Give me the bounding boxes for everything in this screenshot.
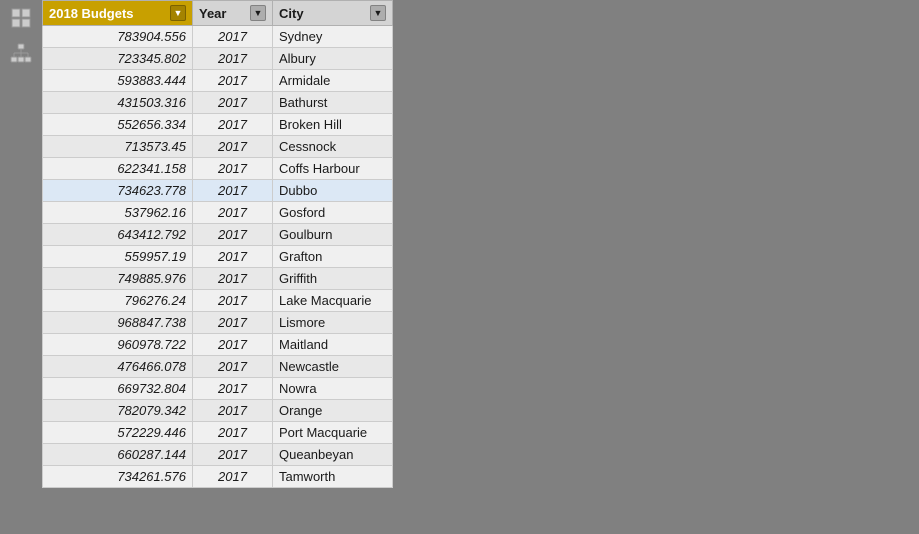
table-body: 783904.5562017Sydney723345.8022017Albury… xyxy=(43,26,393,488)
hierarchy-icon-button[interactable] xyxy=(7,40,35,68)
cell-budgets: 660287.144 xyxy=(43,444,193,466)
cell-year: 2017 xyxy=(193,158,273,180)
cell-city: Newcastle xyxy=(273,356,393,378)
cell-budgets: 572229.446 xyxy=(43,422,193,444)
cell-city: Nowra xyxy=(273,378,393,400)
cell-year: 2017 xyxy=(193,224,273,246)
cell-city: Griffith xyxy=(273,268,393,290)
cell-year: 2017 xyxy=(193,378,273,400)
table-row[interactable]: 559957.192017Grafton xyxy=(43,246,393,268)
cell-city: Broken Hill xyxy=(273,114,393,136)
cell-budgets: 749885.976 xyxy=(43,268,193,290)
table-row[interactable]: 643412.7922017Goulburn xyxy=(43,224,393,246)
table-row[interactable]: 734261.5762017Tamworth xyxy=(43,466,393,488)
table-header-row: 2018 Budgets ▼ Year ▼ City ▼ xyxy=(43,1,393,26)
cell-city: Lake Macquarie xyxy=(273,290,393,312)
cell-budgets: 537962.16 xyxy=(43,202,193,224)
cell-year: 2017 xyxy=(193,334,273,356)
table-row[interactable]: 431503.3162017Bathurst xyxy=(43,92,393,114)
cell-budgets: 734623.778 xyxy=(43,180,193,202)
cell-year: 2017 xyxy=(193,312,273,334)
cell-year: 2017 xyxy=(193,422,273,444)
cell-budgets: 643412.792 xyxy=(43,224,193,246)
cell-budgets: 431503.316 xyxy=(43,92,193,114)
cell-budgets: 723345.802 xyxy=(43,48,193,70)
cell-city: Orange xyxy=(273,400,393,422)
cell-year: 2017 xyxy=(193,290,273,312)
cell-year: 2017 xyxy=(193,48,273,70)
cell-year: 2017 xyxy=(193,180,273,202)
cell-city: Albury xyxy=(273,48,393,70)
table-row[interactable]: 669732.8042017Nowra xyxy=(43,378,393,400)
cell-city: Maitland xyxy=(273,334,393,356)
cell-year: 2017 xyxy=(193,70,273,92)
data-table-container: 2018 Budgets ▼ Year ▼ City ▼ xyxy=(42,0,919,534)
table-row[interactable]: 713573.452017Cessnock xyxy=(43,136,393,158)
table-row[interactable]: 723345.8022017Albury xyxy=(43,48,393,70)
cell-year: 2017 xyxy=(193,136,273,158)
cell-city: Tamworth xyxy=(273,466,393,488)
cell-budgets: 783904.556 xyxy=(43,26,193,48)
table-row[interactable]: 622341.1582017Coffs Harbour xyxy=(43,158,393,180)
table-row[interactable]: 660287.1442017Queanbeyan xyxy=(43,444,393,466)
left-panel xyxy=(0,0,42,534)
app-layout: 2018 Budgets ▼ Year ▼ City ▼ xyxy=(0,0,919,534)
cell-year: 2017 xyxy=(193,26,273,48)
table-row[interactable]: 782079.3422017Orange xyxy=(43,400,393,422)
cell-city: Armidale xyxy=(273,70,393,92)
year-filter-button[interactable]: ▼ xyxy=(250,5,266,21)
table-row[interactable]: 968847.7382017Lismore xyxy=(43,312,393,334)
grid-icon-button[interactable] xyxy=(7,4,35,32)
cell-budgets: 968847.738 xyxy=(43,312,193,334)
table-row[interactable]: 476466.0782017Newcastle xyxy=(43,356,393,378)
cell-year: 2017 xyxy=(193,92,273,114)
table-row[interactable]: 537962.162017Gosford xyxy=(43,202,393,224)
cell-city: Port Macquarie xyxy=(273,422,393,444)
cell-year: 2017 xyxy=(193,114,273,136)
table-row[interactable]: 749885.9762017Griffith xyxy=(43,268,393,290)
col-header-city[interactable]: City ▼ xyxy=(273,1,393,26)
col-header-year[interactable]: Year ▼ xyxy=(193,1,273,26)
col-header-budgets[interactable]: 2018 Budgets ▼ xyxy=(43,1,193,26)
cell-city: Goulburn xyxy=(273,224,393,246)
cell-year: 2017 xyxy=(193,444,273,466)
cell-budgets: 593883.444 xyxy=(43,70,193,92)
cell-budgets: 782079.342 xyxy=(43,400,193,422)
table-row[interactable]: 796276.242017Lake Macquarie xyxy=(43,290,393,312)
cell-city: Queanbeyan xyxy=(273,444,393,466)
cell-year: 2017 xyxy=(193,268,273,290)
cell-budgets: 669732.804 xyxy=(43,378,193,400)
cell-year: 2017 xyxy=(193,466,273,488)
budgets-filter-button[interactable]: ▼ xyxy=(170,5,186,21)
cell-year: 2017 xyxy=(193,202,273,224)
cell-city: Grafton xyxy=(273,246,393,268)
cell-city: Coffs Harbour xyxy=(273,158,393,180)
cell-budgets: 734261.576 xyxy=(43,466,193,488)
cell-city: Cessnock xyxy=(273,136,393,158)
cell-city: Sydney xyxy=(273,26,393,48)
cell-year: 2017 xyxy=(193,400,273,422)
cell-budgets: 559957.19 xyxy=(43,246,193,268)
cell-budgets: 622341.158 xyxy=(43,158,193,180)
cell-budgets: 552656.334 xyxy=(43,114,193,136)
table-row[interactable]: 783904.5562017Sydney xyxy=(43,26,393,48)
cell-city: Lismore xyxy=(273,312,393,334)
cell-budgets: 476466.078 xyxy=(43,356,193,378)
data-table: 2018 Budgets ▼ Year ▼ City ▼ xyxy=(42,0,393,488)
table-row[interactable]: 572229.4462017Port Macquarie xyxy=(43,422,393,444)
cell-city: Dubbo xyxy=(273,180,393,202)
cell-budgets: 960978.722 xyxy=(43,334,193,356)
cell-year: 2017 xyxy=(193,246,273,268)
cell-year: 2017 xyxy=(193,356,273,378)
table-row[interactable]: 552656.3342017Broken Hill xyxy=(43,114,393,136)
cell-city: Gosford xyxy=(273,202,393,224)
table-row[interactable]: 593883.4442017Armidale xyxy=(43,70,393,92)
table-row[interactable]: 960978.7222017Maitland xyxy=(43,334,393,356)
city-filter-button[interactable]: ▼ xyxy=(370,5,386,21)
table-row[interactable]: 734623.7782017Dubbo xyxy=(43,180,393,202)
cell-budgets: 796276.24 xyxy=(43,290,193,312)
cell-budgets: 713573.45 xyxy=(43,136,193,158)
cell-city: Bathurst xyxy=(273,92,393,114)
